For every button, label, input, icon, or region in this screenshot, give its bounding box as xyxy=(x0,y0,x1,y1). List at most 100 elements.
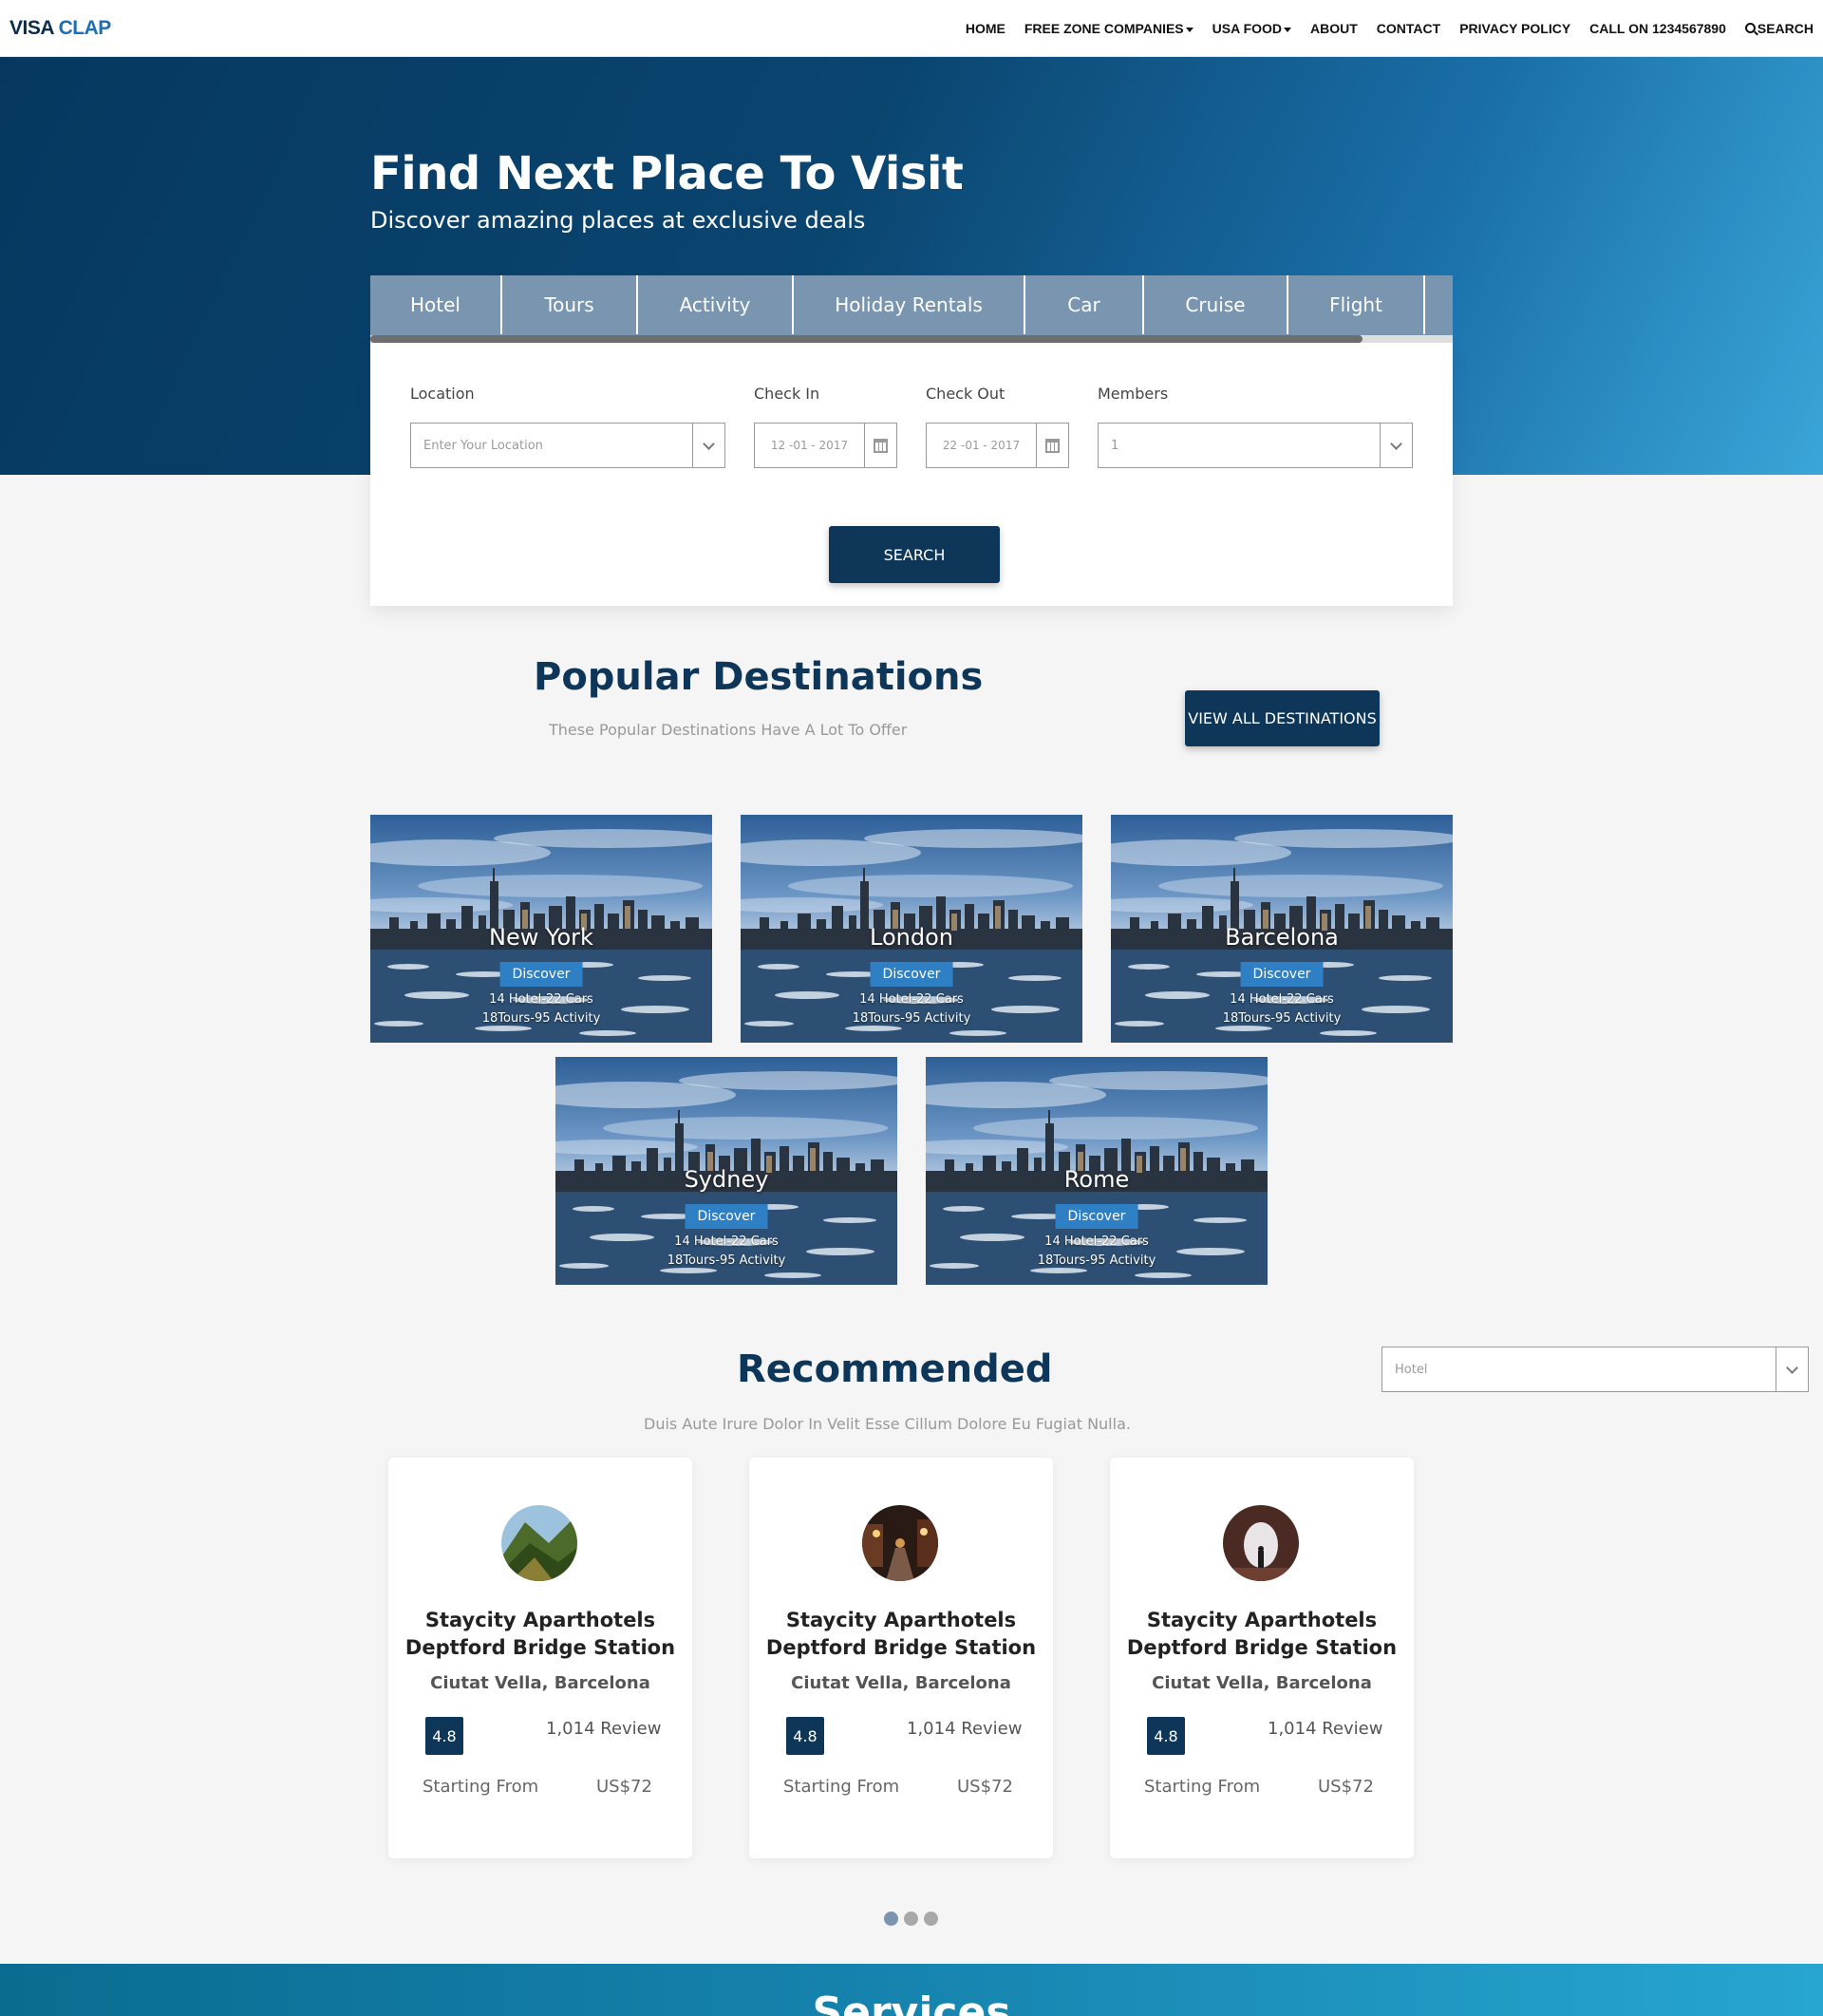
destination-stats-line2: 18Tours-95 Activity xyxy=(667,1253,786,1268)
tab-holiday-rentals[interactable]: Holiday Rentals xyxy=(794,275,1025,334)
recommended-filter-value: Hotel xyxy=(1395,1362,1428,1377)
brand-logo[interactable]: VISA CLAP xyxy=(9,17,111,40)
search-button[interactable]: SEARCH xyxy=(829,526,1000,583)
destination-stats-line2: 18Tours-95 Activity xyxy=(1222,1011,1342,1026)
tab-flight[interactable]: Flight xyxy=(1288,275,1425,334)
nav-free-zone[interactable]: FREE ZONE COMPANIES xyxy=(1024,21,1193,36)
checkout-calendar-button[interactable] xyxy=(1036,424,1068,467)
popular-subtitle: These Popular Destinations Have A Lot To… xyxy=(549,721,908,739)
destination-card-new-york[interactable]: New York Discover 14 Hotel-22 Cars 18Tou… xyxy=(370,815,712,1043)
hero-subtitle: Discover amazing places at exclusive dea… xyxy=(370,207,866,234)
recommended-filter-select[interactable]: Hotel xyxy=(1381,1347,1809,1392)
navbar: VISA CLAP HOME FREE ZONE COMPANIES USA F… xyxy=(0,0,1823,57)
destination-stats-line2: 18Tours-95 Activity xyxy=(1037,1253,1156,1268)
discover-button[interactable]: Discover xyxy=(1055,1204,1138,1229)
rating-badge: 4.8 xyxy=(786,1717,824,1755)
chevron-down-icon xyxy=(1786,1361,1798,1374)
nav-privacy[interactable]: PRIVACY POLICY xyxy=(1459,21,1570,36)
destination-card-sydney[interactable]: Sydney Discover 14 Hotel-22 Cars 18Tours… xyxy=(555,1057,897,1285)
brand-part1: VISA xyxy=(9,16,54,39)
rating-badge: 4.8 xyxy=(425,1717,463,1755)
price: US$72 xyxy=(957,1777,1013,1797)
discover-button[interactable]: Discover xyxy=(870,962,953,987)
rock-arch-icon xyxy=(1223,1505,1299,1581)
hotel-name-line1: Staycity Aparthotels xyxy=(424,1609,656,1631)
tabs-scrollbar[interactable] xyxy=(370,335,1453,343)
discover-button[interactable]: Discover xyxy=(499,962,583,987)
hotel-name-line2: Deptford Bridge Station xyxy=(404,1636,676,1659)
carousel-dot-1[interactable] xyxy=(884,1912,898,1926)
hotel-name-line1: Staycity Aparthotels xyxy=(1146,1609,1378,1631)
tab-car[interactable]: Car xyxy=(1025,275,1144,334)
starting-from-label: Starting From xyxy=(783,1777,900,1797)
destination-card-barcelona[interactable]: Barcelona Discover 14 Hotel-22 Cars 18To… xyxy=(1111,815,1453,1043)
checkout-value: 22 -01 - 2017 xyxy=(942,439,1021,452)
popular-title: Popular Destinations xyxy=(534,655,984,699)
location-select[interactable]: Enter Your Location xyxy=(410,423,725,468)
destination-stats-line2: 18Tours-95 Activity xyxy=(852,1011,971,1026)
nav-home[interactable]: HOME xyxy=(966,21,1005,36)
nav-search[interactable]: SEARCH xyxy=(1744,21,1814,36)
tab-cruise[interactable]: Cruise xyxy=(1144,275,1288,334)
carousel-dot-2[interactable] xyxy=(904,1912,918,1926)
mountain-forest-icon xyxy=(501,1505,577,1581)
members-select[interactable]: 1 xyxy=(1098,423,1413,468)
destination-stats-line2: 18Tours-95 Activity xyxy=(481,1011,601,1026)
night-street-icon xyxy=(862,1505,938,1581)
destination-stats-line1: 14 Hotel-22 Cars xyxy=(1044,1234,1149,1249)
checkin-label: Check In xyxy=(754,385,820,403)
recommended-title: Recommended xyxy=(737,1347,1053,1391)
discover-button[interactable]: Discover xyxy=(685,1204,768,1229)
nav-call[interactable]: CALL ON 1234567890 xyxy=(1589,21,1726,36)
view-all-destinations-button[interactable]: VIEW ALL DESTINATIONS xyxy=(1185,690,1380,746)
caret-down-icon xyxy=(1284,28,1292,32)
destination-name: New York xyxy=(489,924,593,951)
nav-contact[interactable]: CONTACT xyxy=(1377,21,1440,36)
location-label: Location xyxy=(410,385,475,403)
nav-usa-food[interactable]: USA FOOD xyxy=(1212,20,1292,36)
destination-name: London xyxy=(870,924,953,951)
hotel-card[interactable]: Staycity Aparthotels Deptford Bridge Sta… xyxy=(1110,1458,1414,1858)
hotel-card[interactable]: Staycity Aparthotels Deptford Bridge Sta… xyxy=(749,1458,1053,1858)
hotel-name-line1: Staycity Aparthotels xyxy=(785,1609,1017,1631)
recommended-filter-dropdown-button[interactable] xyxy=(1776,1347,1808,1391)
destination-name: Sydney xyxy=(684,1166,769,1193)
review-count[interactable]: 1,014 Review xyxy=(907,1719,1022,1739)
carousel-dots xyxy=(884,1912,938,1926)
review-count[interactable]: 1,014 Review xyxy=(1268,1719,1382,1739)
hotel-name: Staycity Aparthotels Deptford Bridge Sta… xyxy=(1119,1607,1404,1662)
services-title: Services xyxy=(812,1988,1011,2016)
checkout-field[interactable]: 22 -01 - 2017 xyxy=(926,423,1069,468)
members-dropdown-button[interactable] xyxy=(1380,424,1412,467)
nav-about[interactable]: ABOUT xyxy=(1310,21,1358,36)
checkin-calendar-button[interactable] xyxy=(864,424,896,467)
tabs-scrollbar-thumb[interactable] xyxy=(370,335,1363,343)
chevron-down-icon xyxy=(703,437,715,450)
nav-usa-food-label: USA FOOD xyxy=(1212,20,1283,36)
tab-activity[interactable]: Activity xyxy=(638,275,794,334)
destination-name: Barcelona xyxy=(1225,924,1339,951)
price: US$72 xyxy=(1318,1777,1374,1797)
checkin-field[interactable]: 12 -01 - 2017 xyxy=(754,423,897,468)
destination-stats-line1: 14 Hotel-22 Cars xyxy=(489,992,593,1007)
discover-button[interactable]: Discover xyxy=(1240,962,1324,987)
destination-name: Rome xyxy=(1063,1166,1130,1193)
brand-part2: CLAP xyxy=(58,16,112,39)
carousel-dot-3[interactable] xyxy=(924,1912,938,1926)
destination-card-london[interactable]: London Discover 14 Hotel-22 Cars 18Tours… xyxy=(741,815,1082,1043)
hotel-card[interactable]: Staycity Aparthotels Deptford Bridge Sta… xyxy=(388,1458,692,1858)
tab-hotel[interactable]: Hotel xyxy=(370,275,502,334)
checkout-label: Check Out xyxy=(926,385,1005,403)
hotel-location: Ciutat Vella, Barcelona xyxy=(1152,1673,1372,1693)
review-count[interactable]: 1,014 Review xyxy=(546,1719,661,1739)
location-dropdown-button[interactable] xyxy=(692,424,724,467)
tab-tours[interactable]: Tours xyxy=(502,275,638,334)
price: US$72 xyxy=(596,1777,652,1797)
nav-free-zone-label: FREE ZONE COMPANIES xyxy=(1024,20,1184,36)
destination-card-rome[interactable]: Rome Discover 14 Hotel-22 Cars 18Tours-9… xyxy=(926,1057,1268,1285)
services-section: Services xyxy=(0,1964,1823,2016)
checkin-value: 12 -01 - 2017 xyxy=(770,439,849,452)
starting-from-label: Starting From xyxy=(423,1777,539,1797)
hotel-name: Staycity Aparthotels Deptford Bridge Sta… xyxy=(398,1607,683,1662)
search-tabs: Hotel Tours Activity Holiday Rentals Car… xyxy=(370,275,1453,336)
